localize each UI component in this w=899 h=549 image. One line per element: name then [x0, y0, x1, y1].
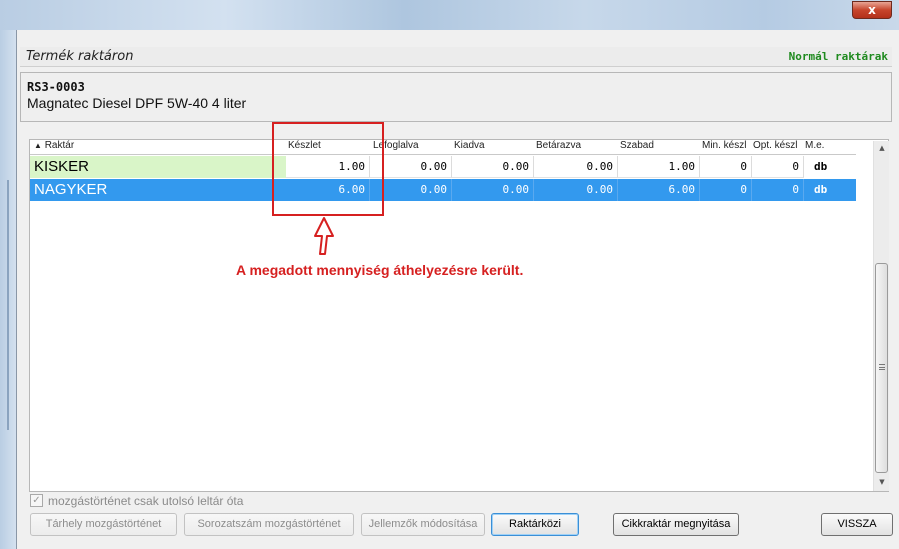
column-header-raktar[interactable]: ▲ Raktár	[34, 140, 74, 154]
cell-opt-keszl: 0	[752, 179, 804, 201]
cell-me: db	[814, 183, 828, 196]
window-frame-left	[0, 30, 16, 549]
table-row-kisker[interactable]: KISKER 1.00 0.00 0.00 0.00 1.00 0 0 db	[30, 156, 856, 178]
cell-opt-keszl: 0	[752, 156, 804, 178]
annotation-arrow-icon	[314, 217, 334, 255]
warehouse-filter-label[interactable]: Normál raktárak	[789, 50, 888, 63]
scrollbar-thumb[interactable]	[875, 263, 888, 473]
inter-warehouse-button[interactable]: Raktárközi	[491, 513, 579, 536]
cell-me: db	[814, 160, 828, 173]
annotation-highlight-box	[272, 122, 384, 216]
tarhely-history-button[interactable]: Tárhely mozgástörténet	[30, 513, 177, 536]
serial-history-button[interactable]: Sorozatszám mozgástörténet	[184, 513, 354, 536]
scroll-down-icon[interactable]: ▼	[874, 475, 890, 489]
back-button[interactable]: VISSZA	[821, 513, 893, 536]
product-info-box: RS3-0003 Magnatec Diesel DPF 5W-40 4 lit…	[20, 72, 892, 122]
frame-stripe	[7, 180, 9, 430]
cell-raktar: KISKER	[30, 156, 286, 178]
header-bar: Termék raktáron Normál raktárak	[20, 47, 892, 67]
cell-betarazva: 0.00	[534, 156, 618, 178]
column-header-label: Raktár	[44, 140, 75, 151]
scroll-up-icon[interactable]: ▲	[874, 141, 890, 155]
product-code: RS3-0003	[27, 80, 85, 94]
column-header-min-keszl[interactable]: Min. készl	[702, 140, 746, 154]
open-item-warehouse-button[interactable]: Cikkraktár megnyitása	[613, 513, 739, 536]
checkbox-icon[interactable]: ✓	[30, 494, 43, 507]
table-row-nagyker[interactable]: NAGYKER 6.00 0.00 0.00 0.00 6.00 0 0 db	[30, 179, 856, 201]
cell-szabad: 1.00	[618, 156, 700, 178]
column-header-szabad[interactable]: Szabad	[620, 140, 654, 154]
column-header-kiadva[interactable]: Kiadva	[454, 140, 485, 154]
cell-min-keszl: 0	[700, 179, 752, 201]
cell-betarazva: 0.00	[534, 179, 618, 201]
page-title: Termék raktáron	[26, 49, 134, 64]
close-button[interactable]: x	[852, 1, 892, 19]
cell-raktar: NAGYKER	[34, 181, 108, 198]
column-header-me[interactable]: M.e.	[805, 140, 824, 154]
window-titlebar: x	[0, 0, 899, 30]
column-header-opt-keszl[interactable]: Opt. készl	[753, 140, 797, 154]
product-name: Magnatec Diesel DPF 5W-40 4 liter	[27, 95, 247, 111]
sort-ascending-icon: ▲	[34, 141, 42, 150]
annotation-text: A megadott mennyiség áthelyezésre került…	[236, 262, 524, 278]
column-header-betarazva[interactable]: Betárazva	[536, 140, 581, 154]
grip-icon	[879, 364, 885, 370]
header-divider	[30, 154, 856, 155]
cell-kiadva: 0.00	[452, 156, 534, 178]
vertical-scrollbar[interactable]: ▲ ▼	[873, 141, 889, 491]
cell-szabad: 6.00	[618, 179, 700, 201]
cell-kiadva: 0.00	[452, 179, 534, 201]
stock-grid: ▲ Raktár Készlet Lefoglalva Kiadva Betár…	[29, 139, 889, 492]
cell-min-keszl: 0	[700, 156, 752, 178]
checkbox-label: mozgástörténet csak utolsó leltár óta	[48, 494, 244, 508]
modify-properties-button[interactable]: Jellemzők módosítása	[361, 513, 485, 536]
